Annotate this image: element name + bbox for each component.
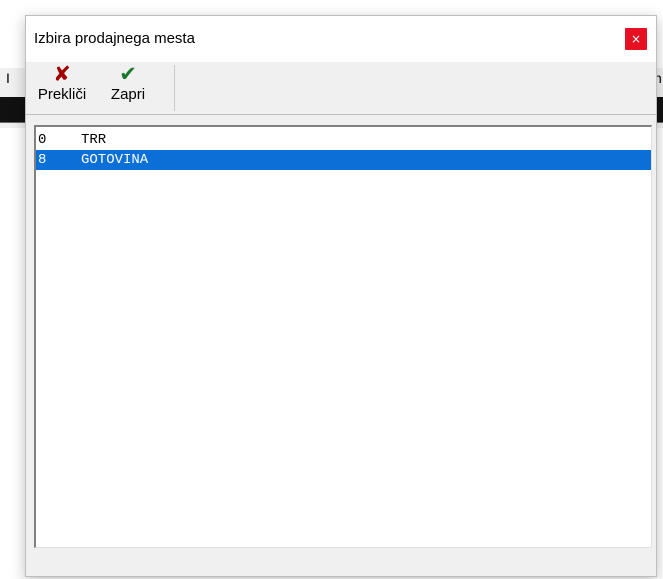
cancel-button[interactable]: ✘ Prekliči	[32, 62, 92, 114]
close-icon: ×	[630, 32, 642, 46]
selection-dialog: Izbira prodajnega mesta × ✘ Prekliči ✔ Z…	[25, 15, 657, 577]
background-text-left: I	[6, 70, 10, 86]
toolbar: ✘ Prekliči ✔ Zapri	[26, 62, 656, 115]
list-item-code: 0	[38, 132, 47, 148]
close-ok-button[interactable]: ✔ Zapri	[98, 62, 158, 114]
list-item[interactable]: 0 TRR	[36, 130, 651, 150]
toolbar-separator	[174, 65, 175, 111]
title-bar[interactable]: Izbira prodajnega mesta ×	[26, 16, 656, 62]
dialog-title: Izbira prodajnega mesta	[34, 30, 195, 47]
cancel-x-icon: ✘	[53, 62, 71, 86]
list-item-code: 8	[38, 152, 47, 168]
cancel-button-label: Prekliči	[37, 86, 87, 103]
checkmark-icon: ✔	[119, 62, 137, 86]
close-button[interactable]: ×	[625, 28, 647, 50]
list-item-name: TRR	[81, 132, 107, 148]
sales-location-list[interactable]: 0 TRR 8 GOTOVINA	[34, 125, 652, 548]
list-item-name: GOTOVINA	[81, 152, 149, 168]
background-bar-left	[0, 97, 26, 123]
close-ok-button-label: Zapri	[110, 86, 146, 103]
status-bar	[34, 551, 649, 571]
list-item-selected[interactable]: 8 GOTOVINA	[36, 150, 651, 170]
